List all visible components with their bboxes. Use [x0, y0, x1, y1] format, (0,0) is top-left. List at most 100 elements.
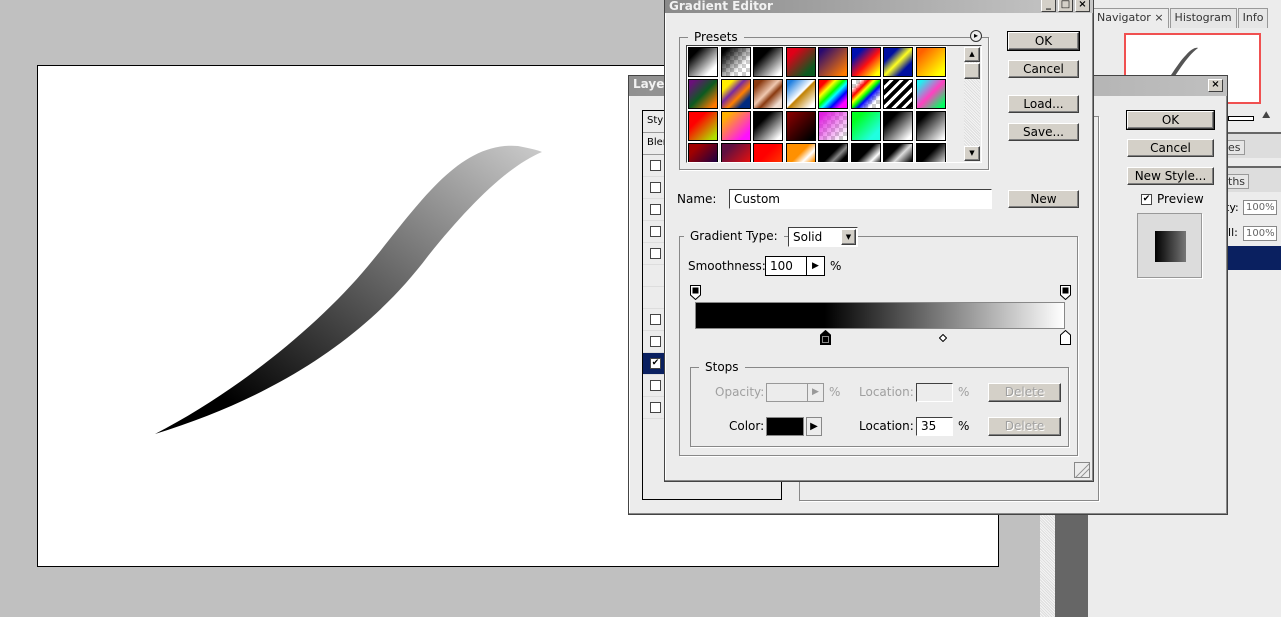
paths-panel-tabbar: ths	[1224, 166, 1281, 192]
smoothness-arrow-icon[interactable]: ▶	[806, 257, 824, 275]
stop-color-swatch[interactable]	[766, 417, 804, 436]
save-button[interactable]: Save...	[1008, 123, 1079, 141]
tab-navigator[interactable]: Navigator ×	[1092, 8, 1169, 28]
preset-swatch[interactable]	[784, 46, 817, 78]
preset-swatch[interactable]	[817, 110, 849, 142]
preset-swatch[interactable]	[882, 78, 914, 110]
scrollbar-track[interactable]	[1040, 515, 1055, 617]
preset-swatch[interactable]	[687, 110, 719, 142]
preset-swatch[interactable]	[914, 110, 947, 142]
preset-swatch[interactable]	[914, 142, 947, 162]
layer-style-cancel-button[interactable]: Cancel	[1127, 139, 1214, 157]
preset-swatch[interactable]	[784, 78, 817, 110]
preset-swatch[interactable]	[752, 110, 784, 142]
preview-checkbox[interactable]: ✔	[1141, 194, 1152, 205]
color-stop-marker[interactable]	[819, 329, 831, 345]
zoom-slider[interactable]	[1228, 116, 1254, 121]
new-gradient-button[interactable]: New	[1008, 190, 1079, 208]
style-checkbox[interactable]	[650, 336, 661, 347]
tab-info[interactable]: Info	[1237, 8, 1269, 28]
layer-style-ok-button[interactable]: OK	[1126, 110, 1215, 130]
opacity-stop-marker[interactable]	[690, 285, 701, 301]
midpoint-marker[interactable]	[938, 331, 948, 343]
opacity-location-percent: %	[958, 385, 970, 399]
load-button[interactable]: Load...	[1008, 95, 1079, 113]
delete-opacity-stop-button[interactable]: Delete	[988, 383, 1061, 402]
smoothness-value: 100	[770, 259, 793, 273]
gradient-ok-button[interactable]: OK	[1007, 31, 1080, 51]
preset-swatch[interactable]	[719, 142, 752, 162]
preset-swatch[interactable]	[752, 46, 784, 78]
style-checkbox[interactable]	[650, 226, 661, 237]
presets-grid: ▲ ▼	[686, 45, 982, 163]
gradient-cancel-button[interactable]: Cancel	[1008, 60, 1079, 78]
opacity-stop-marker[interactable]	[1060, 285, 1071, 301]
gradient-type-select[interactable]: Solid ▼	[788, 227, 858, 247]
preset-swatch[interactable]	[817, 46, 849, 78]
stop-opacity-input[interactable]: ▶	[766, 383, 824, 402]
smoothness-input[interactable]: 100 ▶	[765, 256, 825, 276]
scroll-up-icon[interactable]: ▲	[964, 47, 980, 62]
presets-scrollbar[interactable]: ▲ ▼	[964, 47, 980, 161]
style-checkbox[interactable]	[650, 182, 661, 193]
style-checkbox[interactable]	[650, 204, 661, 215]
preset-swatch[interactable]	[817, 78, 849, 110]
preset-swatch[interactable]	[687, 46, 719, 78]
gradient-settings-group: Gradient Type: Solid ▼ Smoothness: 100 ▶…	[679, 227, 1078, 456]
opacity-percent: %	[829, 385, 841, 399]
minimize-icon[interactable]: _	[1041, 0, 1056, 12]
style-checkbox[interactable]	[650, 380, 661, 391]
chevron-down-icon[interactable]: ▼	[841, 229, 856, 245]
preset-swatch[interactable]	[849, 142, 882, 162]
preset-swatch[interactable]	[849, 78, 882, 110]
name-input[interactable]: Custom	[729, 189, 992, 209]
preset-swatch[interactable]	[719, 110, 752, 142]
close-icon[interactable]: ×	[1208, 79, 1223, 92]
opacity-input[interactable]: 100%	[1243, 200, 1277, 215]
scroll-down-icon[interactable]: ▼	[964, 146, 980, 161]
preset-swatch[interactable]	[849, 46, 882, 78]
preset-swatch[interactable]	[752, 142, 784, 162]
preset-swatch[interactable]	[914, 78, 947, 110]
color-stop-marker[interactable]	[1060, 329, 1071, 345]
scroll-thumb[interactable]	[964, 63, 980, 79]
delete-color-stop-button[interactable]: Delete	[988, 417, 1061, 436]
preset-swatch[interactable]	[719, 78, 752, 110]
opacity-arrow-icon[interactable]: ▶	[807, 384, 823, 401]
preset-swatch[interactable]	[882, 142, 914, 162]
layers-panel-tabbar: es	[1224, 132, 1281, 158]
close-icon[interactable]: ×	[1075, 0, 1090, 12]
smoothness-label: Smoothness:	[688, 259, 766, 273]
preset-swatch[interactable]	[849, 110, 882, 142]
stops-label: Stops	[699, 360, 745, 374]
preset-swatch[interactable]	[882, 46, 914, 78]
navigator-tabs: Navigator × Histogram Info	[1092, 8, 1269, 28]
resize-grip-icon[interactable]	[1074, 462, 1090, 478]
color-arrow-icon[interactable]: ▶	[806, 417, 822, 436]
selected-layer-row[interactable]	[1226, 246, 1281, 270]
fill-input[interactable]: 100%	[1243, 226, 1277, 241]
style-checkbox[interactable]: ✔	[650, 358, 661, 369]
maximize-icon[interactable]: □	[1058, 0, 1073, 12]
preset-swatch[interactable]	[914, 46, 947, 78]
preset-swatch[interactable]	[719, 46, 752, 78]
preset-swatch[interactable]	[687, 142, 719, 162]
preset-swatch[interactable]	[784, 142, 817, 162]
style-checkbox[interactable]	[650, 314, 661, 325]
preset-swatch[interactable]	[784, 110, 817, 142]
preset-swatch[interactable]	[687, 78, 719, 110]
preset-swatch[interactable]	[817, 142, 849, 162]
presets-menu-icon[interactable]: ▸	[970, 30, 982, 42]
gradient-bar-area	[690, 285, 1071, 345]
tab-histogram[interactable]: Histogram	[1169, 8, 1237, 28]
gradient-preview-bar[interactable]	[695, 302, 1065, 329]
preset-swatch[interactable]	[752, 78, 784, 110]
style-checkbox[interactable]	[650, 402, 661, 413]
style-checkbox[interactable]	[650, 248, 661, 259]
new-style-button[interactable]: New Style...	[1127, 167, 1214, 185]
style-checkbox[interactable]	[650, 160, 661, 171]
color-location-input[interactable]: 35	[916, 417, 953, 436]
zoom-in-icon[interactable]: ⛰	[1262, 110, 1270, 121]
preset-swatch[interactable]	[882, 110, 914, 142]
opacity-location-input[interactable]	[916, 383, 953, 402]
